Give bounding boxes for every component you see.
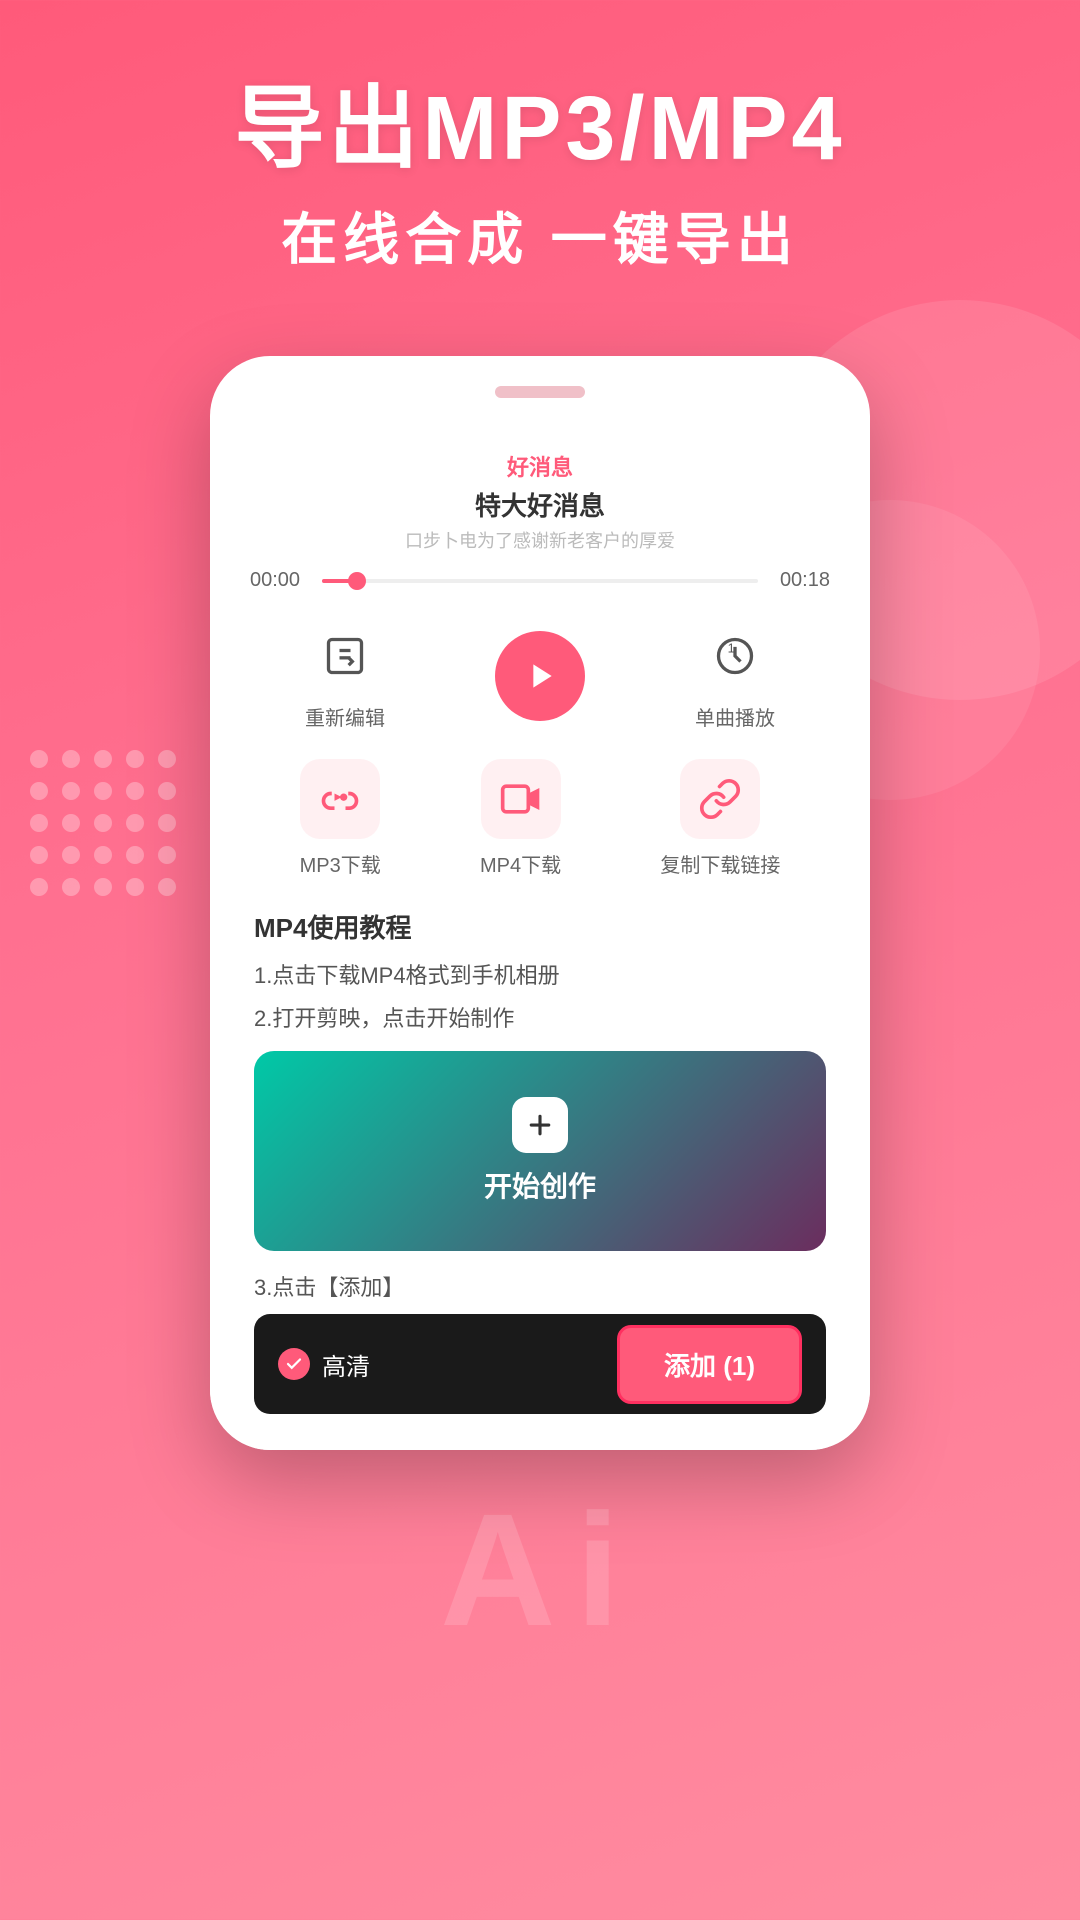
- progress-bar[interactable]: [322, 579, 758, 583]
- play-button[interactable]: [495, 631, 585, 721]
- tutorial-title: MP4使用教程: [254, 908, 826, 945]
- copy-label: 复制下载链接: [660, 849, 780, 878]
- tutorial-step1: 1.点击下载MP4格式到手机相册: [254, 959, 826, 992]
- audio-title-main: 特大好消息: [250, 486, 830, 523]
- hd-check-icon: [278, 1348, 310, 1380]
- time-start: 00:00: [250, 569, 310, 592]
- creation-text: 开始创作: [484, 1165, 596, 1205]
- mp3-download-button[interactable]: MP3下载: [300, 759, 381, 878]
- phone-wrapper: 好消息 特大好消息 口步卜电为了感谢新老客户的厚爱 00:00 00:18: [0, 356, 1080, 1450]
- audio-label: 好消息: [250, 450, 830, 482]
- hd-text: 高清: [322, 1347, 370, 1382]
- mp4-download-button[interactable]: MP4下载: [480, 759, 561, 878]
- mp4-label: MP4下载: [480, 849, 561, 878]
- tutorial-step2: 2.打开剪映，点击开始制作: [254, 1002, 826, 1035]
- svg-text:1: 1: [728, 640, 735, 655]
- header-section: 导出MP3/MP4 在线合成 一键导出: [0, 0, 1080, 316]
- add-button[interactable]: 添加 (1): [617, 1325, 802, 1404]
- controls-row: 重新编辑 1: [250, 620, 830, 731]
- phone-frame: 好消息 特大好消息 口步卜电为了感谢新老客户的厚爱 00:00 00:18: [210, 356, 870, 1450]
- creation-plus-icon: [512, 1097, 568, 1153]
- edit-label: 重新编辑: [305, 702, 385, 731]
- mp4-icon: [481, 759, 561, 839]
- download-row: MP3下载 MP4下载: [250, 759, 830, 878]
- audio-title-section: 好消息 特大好消息 口步卜电为了感谢新老客户的厚爱: [250, 450, 830, 553]
- ai-text: Ai: [60, 1490, 1020, 1650]
- audio-subtitle: 口步卜电为了感谢新老客户的厚爱: [250, 527, 830, 553]
- play-icon: [495, 631, 585, 721]
- time-end: 00:18: [770, 569, 830, 592]
- tutorial-section: MP4使用教程 1.点击下载MP4格式到手机相册 2.打开剪映，点击开始制作 开…: [250, 908, 830, 1414]
- mp3-label: MP3下载: [300, 849, 381, 878]
- edit-icon: [309, 620, 381, 692]
- main-title: 导出MP3/MP4: [60, 80, 1020, 179]
- copy-icon: [680, 759, 760, 839]
- tutorial-step3: 3.点击【添加】: [254, 1271, 826, 1304]
- loop-icon: 1: [699, 620, 771, 692]
- creation-card[interactable]: 开始创作: [254, 1051, 826, 1251]
- add-bar-left: 高清: [278, 1347, 370, 1382]
- screen-content: 好消息 特大好消息 口步卜电为了感谢新老客户的厚爱 00:00 00:18: [210, 422, 870, 1450]
- phone-speaker: [495, 386, 585, 398]
- loop-button[interactable]: 1 单曲播放: [695, 620, 775, 731]
- progress-dot: [348, 572, 366, 590]
- mp3-icon: [300, 759, 380, 839]
- progress-fill: [322, 579, 357, 583]
- add-bar: 高清 添加 (1): [254, 1314, 826, 1414]
- bottom-ai-section: Ai: [0, 1450, 1080, 1710]
- loop-label: 单曲播放: [695, 702, 775, 731]
- progress-section[interactable]: 00:00 00:18: [250, 569, 830, 592]
- copy-link-button[interactable]: 复制下载链接: [660, 759, 780, 878]
- edit-button[interactable]: 重新编辑: [305, 620, 385, 731]
- sub-title: 在线合成 一键导出: [60, 195, 1020, 276]
